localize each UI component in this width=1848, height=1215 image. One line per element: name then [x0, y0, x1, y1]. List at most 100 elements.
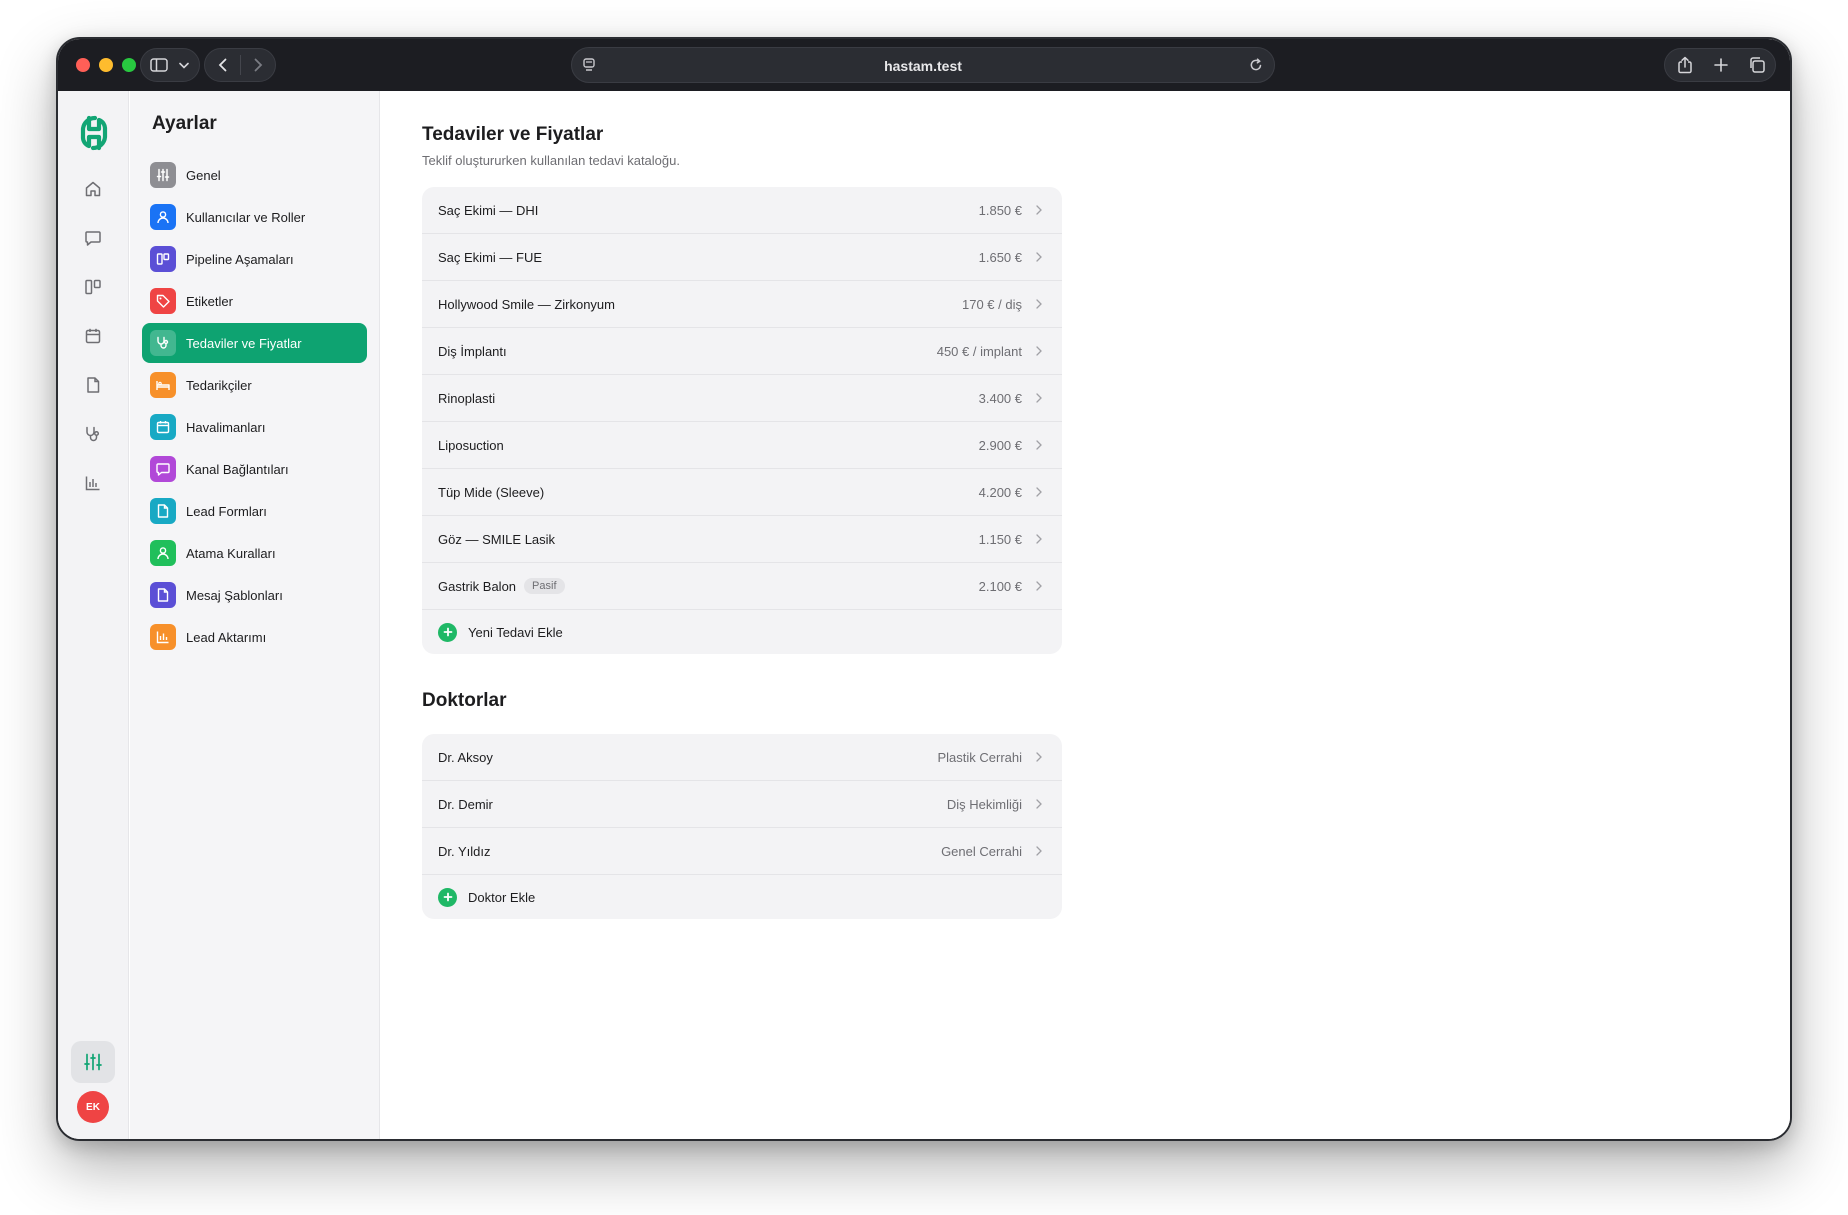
settings-nav-label: Pipeline Aşamaları — [186, 251, 294, 267]
rail-calendar[interactable] — [81, 324, 105, 348]
rail-messages[interactable] — [81, 226, 105, 250]
treatment-row[interactable]: Diş İmplantı 450 € / implant — [422, 328, 1062, 375]
doctor-row-name: Dr. Demir — [438, 796, 493, 812]
tab-overview-button[interactable] — [1741, 49, 1773, 81]
settings-nav-item-kullanicilar-ve-roller[interactable]: Kullanıcılar ve Roller — [142, 197, 367, 237]
settings-nav-label: Lead Aktarımı — [186, 629, 267, 645]
settings-nav-item-lead-formlari[interactable]: Lead Formları — [142, 491, 367, 531]
settings-nav-list: Genel Kullanıcılar ve Roller Pipeline Aşam… — [142, 155, 367, 659]
home-icon — [85, 181, 101, 197]
treatment-row[interactable]: Göz — SMILE Lasik 1.150 € — [422, 516, 1062, 563]
rail-settings-button[interactable] — [71, 1041, 115, 1083]
doctor-row-name: Dr. Yıldız — [438, 843, 491, 859]
doctor-row[interactable]: Dr. Yıldız Genel Cerrahi — [422, 828, 1062, 875]
add-treatment-button[interactable]: Yeni Tedavi Ekle — [422, 610, 1062, 654]
settings-nav-label: Lead Formları — [186, 503, 267, 519]
settings-nav-item-etiketler[interactable]: Etiketler — [142, 281, 367, 321]
settings-nav-item-genel[interactable]: Genel — [142, 155, 367, 195]
treatment-row-name: Saç Ekimi — DHI — [438, 202, 539, 218]
settings-nav-item-pipeline-asamalari[interactable]: Pipeline Aşamaları — [142, 239, 367, 279]
document-icon — [150, 582, 176, 608]
chevron-right-icon — [1036, 846, 1046, 856]
treatment-row-value: 1.850 € — [978, 202, 1022, 218]
url-text: hastam.test — [884, 58, 962, 74]
maximize-window-button[interactable] — [122, 58, 136, 72]
treatment-row-name: Diş İmplantı — [438, 343, 507, 359]
treatment-row-name: Rinoplasti — [438, 390, 496, 406]
rail-documents[interactable] — [81, 373, 105, 397]
treatment-row-value: 3.400 € — [978, 390, 1022, 406]
chevron-left-icon — [218, 58, 227, 72]
stethoscope-icon — [150, 330, 176, 356]
reload-icon[interactable] — [1248, 57, 1264, 73]
rail-pipeline[interactable] — [81, 275, 105, 299]
page-title: Tedaviler ve Fiyatlar — [422, 124, 604, 145]
chat-icon — [150, 456, 176, 482]
tabs-overview-icon — [1750, 57, 1765, 73]
treatment-row-name: Göz — SMILE Lasik — [438, 531, 556, 547]
treatment-row-name: Gastrik Balon — [438, 578, 517, 594]
treatments-list: Saç Ekimi — DHI 1.850 € Saç Ekimi — FUE 1.6… — [422, 187, 1062, 654]
tag-icon — [150, 288, 176, 314]
treatment-row[interactable]: Hollywood Smile — Zirkonyum 170 € / diş — [422, 281, 1062, 328]
back-button[interactable] — [207, 49, 239, 81]
treatment-row[interactable]: Saç Ekimi — DHI 1.850 € — [422, 187, 1062, 234]
doctor-row-name: Dr. Aksoy — [438, 749, 493, 765]
treatment-row-name: Saç Ekimi — FUE — [438, 249, 543, 265]
doctor-row-value: Plastik Cerrahi — [937, 749, 1022, 765]
doctors-list: Dr. Aksoy Plastik Cerrahi Dr. Demir Diş Hek… — [422, 734, 1062, 919]
avatar[interactable]: EK — [77, 1091, 109, 1123]
treatment-row[interactable]: Saç Ekimi — FUE 1.650 € — [422, 234, 1062, 281]
rail-treatments[interactable] — [81, 422, 105, 446]
settings-nav-item-mesaj-sablonlari[interactable]: Mesaj Şablonları — [142, 575, 367, 615]
doctor-row[interactable]: Dr. Aksoy Plastik Cerrahi — [422, 734, 1062, 781]
app-area: EK Ayarlar Genel Kullanıcılar ve Roller Pi… — [58, 91, 1790, 1139]
share-button[interactable] — [1669, 49, 1701, 81]
address-bar[interactable]: hastam.test — [571, 47, 1275, 83]
document-icon — [87, 377, 100, 393]
chevron-right-icon — [1036, 393, 1046, 403]
chevron-right-icon — [254, 58, 263, 72]
forward-button[interactable] — [242, 49, 274, 81]
treatment-row[interactable]: Liposuction 2.900 € — [422, 422, 1062, 469]
plus-icon — [1714, 58, 1728, 72]
doctor-row[interactable]: Dr. Demir Diş Hekimliği — [422, 781, 1062, 828]
treatment-row[interactable]: Tüp Mide (Sleeve) 4.200 € — [422, 469, 1062, 516]
settings-nav-item-tedaviler-ve-fiyatlar[interactable]: Tedaviler ve Fiyatlar — [142, 323, 367, 363]
settings-nav-item-lead-aktarimi[interactable]: Lead Aktarımı — [142, 617, 367, 657]
chevron-down-icon — [179, 62, 189, 69]
minimize-window-button[interactable] — [99, 58, 113, 72]
rail-reports[interactable] — [81, 471, 105, 495]
doctors-section-title: Doktorlar — [422, 690, 507, 711]
plus-circle-icon — [438, 887, 457, 907]
chevron-right-icon — [1036, 799, 1046, 809]
treatment-row[interactable]: Rinoplasti 3.400 € — [422, 375, 1062, 422]
user-icon — [150, 204, 176, 230]
settings-nav-label: Tedarikçiler — [186, 377, 252, 393]
settings-nav-item-havalimanlari[interactable]: Havalimanları — [142, 407, 367, 447]
settings-title: Ayarlar — [152, 113, 217, 134]
tab-group-menu-button[interactable] — [171, 49, 197, 81]
settings-nav-label: Kullanıcılar ve Roller — [186, 209, 306, 225]
add-doctor-button[interactable]: Doktor Ekle — [422, 875, 1062, 919]
main-content: Tedaviler ve Fiyatlar Teklif oluştururke… — [380, 91, 1790, 1139]
settings-nav-item-kanal-baglantilari[interactable]: Kanal Bağlantıları — [142, 449, 367, 489]
rail-home[interactable] — [81, 177, 105, 201]
add-treatment-button-label: Yeni Tedavi Ekle — [468, 624, 563, 640]
chevron-right-icon — [1036, 581, 1046, 591]
sliders-icon — [150, 162, 176, 188]
settings-nav-item-tedarikciler[interactable]: Tedarikçiler — [142, 365, 367, 405]
add-doctor-button-label: Doktor Ekle — [468, 889, 536, 905]
icon-rail: EK — [58, 91, 129, 1139]
stethoscope-icon — [86, 426, 100, 442]
settings-nav-item-atama-kurallari[interactable]: Atama Kuralları — [142, 533, 367, 573]
treatment-row[interactable]: Gastrik Balon Pasif 2.100 € — [422, 563, 1062, 610]
app-logo-icon[interactable] — [80, 115, 108, 151]
browser-titlebar: hastam.test — [58, 39, 1790, 91]
treatment-row-value: 1.150 € — [978, 531, 1022, 547]
treatment-row-value: 2.100 € — [978, 578, 1022, 594]
close-window-button[interactable] — [76, 58, 90, 72]
document-icon — [150, 498, 176, 524]
new-tab-button[interactable] — [1705, 49, 1737, 81]
chevron-right-icon — [1036, 205, 1046, 215]
